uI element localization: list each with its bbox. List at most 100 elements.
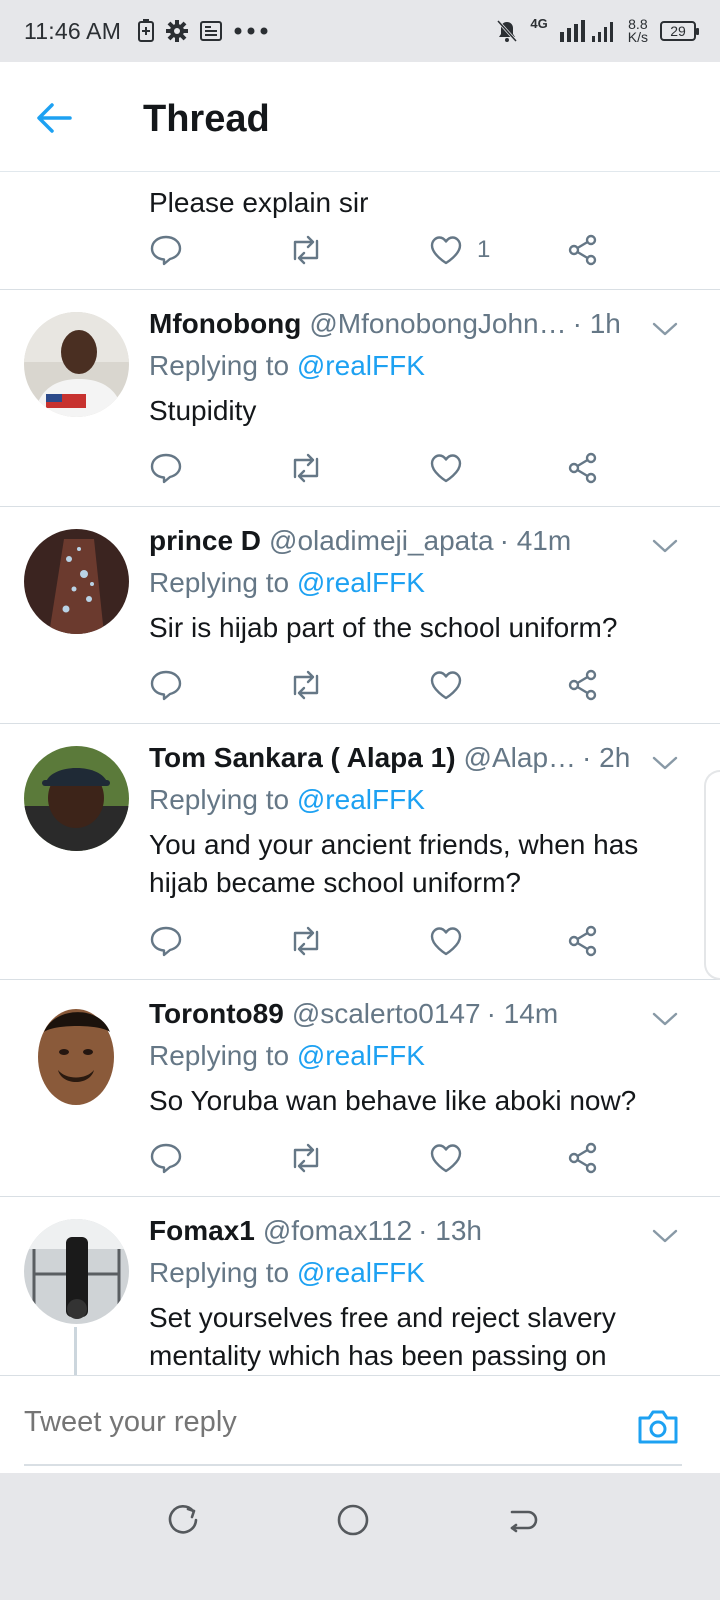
reply-bubble-icon [150, 926, 182, 957]
display-name[interactable]: prince D [149, 525, 261, 557]
chevron-down-icon[interactable] [650, 531, 680, 561]
user-handle[interactable]: @fomax112 [263, 1215, 412, 1247]
like-button[interactable]: 1 [429, 230, 490, 270]
tweet-actions [149, 921, 609, 961]
tweet-actions [149, 665, 609, 705]
mention-link[interactable]: @realFFK [297, 784, 425, 815]
tweet-time: · 14m [486, 998, 559, 1029]
thread-feed[interactable]: Please explain sir 1 Mfonobong @Mfonobon… [0, 172, 720, 1375]
status-bar: 11:46 AM 4G 8.8 K/s 29 [0, 0, 720, 62]
heart-icon [430, 927, 462, 956]
avatar[interactable] [24, 1219, 129, 1324]
back-nav-icon[interactable] [506, 1503, 540, 1537]
share-icon [568, 234, 597, 266]
user-handle[interactable]: @scalerto0147 [292, 998, 481, 1030]
replying-to: Replying to @realFFK [149, 1040, 700, 1076]
display-name[interactable]: Tom Sankara ( Alapa 1) [149, 742, 456, 774]
page-title: Thread [143, 98, 270, 140]
tweet-body: Please explain sir [149, 187, 369, 218]
tweet-item[interactable]: Mfonobong @MfonobongJohn… · 1h Replying … [0, 290, 720, 507]
replying-to: Replying to @realFFK [149, 567, 700, 603]
retweet-button[interactable] [287, 1138, 325, 1178]
retweet-icon [293, 1143, 319, 1173]
home-icon[interactable] [336, 1503, 370, 1537]
avatar[interactable] [24, 529, 129, 634]
recent-apps-icon[interactable] [166, 1503, 200, 1537]
reply-button[interactable] [149, 921, 183, 961]
tweet-reply-input[interactable] [24, 1406, 584, 1439]
tweet-meta: prince D @oladimeji_apata · 41m [149, 525, 700, 561]
reply-button[interactable] [149, 665, 183, 705]
reply-button[interactable] [149, 230, 183, 270]
user-handle[interactable]: @Alap… [464, 742, 576, 774]
retweet-button[interactable] [287, 665, 325, 705]
camera-icon[interactable] [636, 1406, 680, 1446]
replying-label: Replying to [149, 1257, 290, 1288]
reply-button[interactable] [149, 448, 183, 488]
tweet-meta: Tom Sankara ( Alapa 1) @Alap… · 2h [149, 742, 639, 778]
display-name[interactable]: Fomax1 [149, 1215, 255, 1247]
retweet-button[interactable] [287, 230, 325, 270]
avatar-photo [24, 1219, 129, 1324]
share-button[interactable] [567, 665, 599, 705]
tweet-item[interactable]: Toronto89 @scalerto0147 · 14m Replying t… [0, 980, 720, 1197]
mention-link[interactable]: @realFFK [297, 567, 425, 598]
chevron-down-icon[interactable] [650, 1004, 680, 1034]
avatar[interactable] [24, 312, 129, 417]
user-handle[interactable]: @oladimeji_apata [269, 525, 494, 557]
avatar[interactable] [24, 746, 129, 851]
heart-icon [430, 236, 462, 265]
scroll-indicator[interactable] [704, 770, 720, 980]
share-button[interactable] [567, 1138, 599, 1178]
replying-to: Replying to @realFFK [149, 350, 700, 386]
like-button[interactable] [429, 665, 463, 705]
avatar[interactable] [24, 1002, 129, 1107]
tweet-meta: Toronto89 @scalerto0147 · 14m [149, 998, 700, 1034]
battery-indicator: 29 [660, 21, 699, 41]
tweet-item[interactable]: prince D @oladimeji_apata · 41m Replying… [0, 507, 720, 724]
thread-connector-line [74, 1327, 77, 1375]
like-button[interactable] [429, 448, 463, 488]
chevron-down-icon[interactable] [650, 748, 680, 778]
user-handle[interactable]: @MfonobongJohn… [309, 308, 566, 340]
tweet-item[interactable]: Tom Sankara ( Alapa 1) @Alap… · 2h Reply… [0, 724, 720, 980]
mention-link[interactable]: @realFFK [297, 350, 425, 381]
share-icon [568, 669, 597, 701]
retweet-button[interactable] [287, 448, 325, 488]
speed-unit: K/s [627, 29, 648, 45]
share-button[interactable] [567, 921, 599, 961]
reply-bubble-icon [150, 670, 182, 701]
replying-label: Replying to [149, 784, 290, 815]
system-nav-bar [0, 1473, 720, 1600]
share-button[interactable] [567, 230, 599, 270]
like-count: 1 [477, 236, 491, 263]
replying-label: Replying to [149, 350, 290, 381]
reply-input-underline [24, 1464, 682, 1466]
battery-saver-icon [138, 19, 155, 42]
tweet-time: · 41m [499, 525, 572, 556]
heart-icon [430, 454, 462, 483]
share-button[interactable] [567, 448, 599, 488]
tweet-actions: 1 [149, 230, 609, 270]
reply-bubble-icon [150, 235, 182, 266]
mention-link[interactable]: @realFFK [297, 1040, 425, 1071]
chevron-down-icon[interactable] [650, 314, 680, 344]
replying-label: Replying to [149, 1040, 290, 1071]
display-name[interactable]: Toronto89 [149, 998, 284, 1030]
tweet-item[interactable]: Fomax1 @fomax112 · 13h Replying to @real… [0, 1197, 720, 1375]
chevron-down-icon[interactable] [650, 1221, 680, 1251]
arrow-left-icon [37, 103, 72, 133]
notification-icons [137, 19, 269, 43]
tweet-actions [149, 1138, 609, 1178]
back-button[interactable] [34, 98, 74, 138]
mention-link[interactable]: @realFFK [297, 1257, 425, 1288]
tweet-item[interactable]: Please explain sir 1 [0, 172, 720, 290]
status-right: 4G 8.8 K/s 29 [496, 16, 699, 45]
like-button[interactable] [429, 1138, 463, 1178]
tweet-meta: Fomax1 @fomax112 · 13h [149, 1215, 700, 1251]
retweet-button[interactable] [287, 921, 325, 961]
display-name[interactable]: Mfonobong [149, 308, 301, 340]
reply-button[interactable] [149, 1138, 183, 1178]
tweet-body: Set yourselves free and reject slavery m… [149, 1302, 616, 1371]
like-button[interactable] [429, 921, 463, 961]
